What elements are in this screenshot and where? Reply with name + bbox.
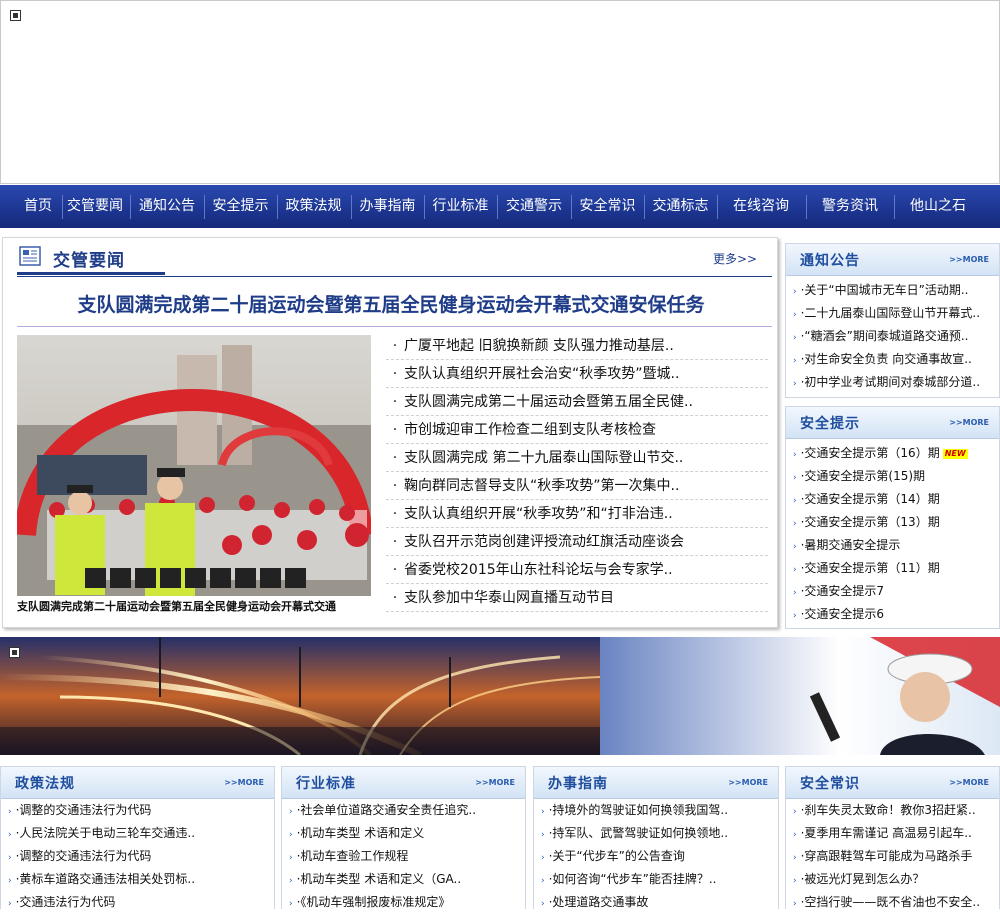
list-item[interactable]: › ·交通安全提示第（16）期 NEW <box>786 442 999 465</box>
photo-caption[interactable]: 支队圆满完成第二十届运动会暨第五届全民健身运动会开幕式交通 <box>17 598 377 614</box>
safety-knowledge-panel: 安全常识 >>MORE › ·刹车失灵太致命！教你3招赶紧.. › ·夏季用车需谨记 … <box>785 766 1000 909</box>
list-item[interactable]: · 支队圆满完成 第二十九届泰山国际登山节交.. <box>386 444 768 472</box>
news-more-link[interactable]: 更多>> <box>713 250 757 267</box>
nav-safety-knowledge[interactable]: 安全常识 <box>571 185 644 228</box>
notice-panel: 通知公告 >>MORE › ·关于“中国城市无车日”活动期.. › ·二十九届泰山国际… <box>785 243 1000 398</box>
safety-tips-title: 安全提示 <box>800 416 860 432</box>
list-item[interactable]: › ·二十九届泰山国际登山节开幕式.. <box>786 302 999 325</box>
guide-more-link[interactable]: >>MORE <box>728 778 768 787</box>
list-item[interactable]: · 支队召开示范岗创建评授流动红旗活动座谈会 <box>386 528 768 556</box>
standards-more-link[interactable]: >>MORE <box>475 778 515 787</box>
list-item[interactable]: › ·社会单位道路交通安全责任追究.. <box>282 799 525 822</box>
list-item[interactable]: › ·刹车失灵太致命！教你3招赶紧.. <box>786 799 999 822</box>
nav-notices[interactable]: 通知公告 <box>131 185 203 228</box>
notice-more-link[interactable]: >>MORE <box>949 255 989 264</box>
list-item[interactable]: › ·被远光灯晃到怎么办？ <box>786 868 999 891</box>
list-item[interactable]: · 市创城迎审工作检查二组到支队考核检查 <box>386 416 768 444</box>
list-item[interactable]: › ·交通安全提示6 <box>786 603 999 626</box>
policy-title: 政策法规 <box>15 776 75 792</box>
list-item[interactable]: › ·交通安全提示第(15)期 <box>786 465 999 488</box>
safety-tips-more-link[interactable]: >>MORE <box>949 418 989 427</box>
list-item[interactable]: · 广厦平地起 旧貌换新颜 支队强力推动基层.. <box>386 332 768 360</box>
list-item[interactable]: › ·机动车类型 术语和定义 <box>282 822 525 845</box>
flash-placeholder-icon <box>10 10 21 21</box>
notice-title: 通知公告 <box>800 253 860 269</box>
list-item[interactable]: › ·机动车类型 术语和定义（GA.. <box>282 868 525 891</box>
list-item[interactable]: › ·对生命安全负责 向交通事故宣.. <box>786 348 999 371</box>
nav-warnings[interactable]: 交通警示 <box>497 185 571 228</box>
safety-tips-panel: 安全提示 >>MORE › ·交通安全提示第（16）期 NEW › ·交通安全提示第(1… <box>785 406 1000 629</box>
list-item[interactable]: › ·“糖酒会”期间泰城道路交通预.. <box>786 325 999 348</box>
list-item[interactable]: › ·调整的交通违法行为代码 <box>1 845 274 868</box>
list-item[interactable]: › ·持军队、武警驾驶证如何换领地.. <box>534 822 778 845</box>
list-item[interactable]: › ·穿高跟鞋驾车可能成为马路杀手 <box>786 845 999 868</box>
list-item[interactable]: › ·持境外的驾驶证如何换领我国驾.. <box>534 799 778 822</box>
guide-title: 办事指南 <box>548 776 608 792</box>
list-item[interactable]: › ·交通安全提示第（11）期 <box>786 557 999 580</box>
news-headline[interactable]: 支队圆满完成第二十届运动会暨第五届全民健身运动会开幕式交通安保任务 <box>3 290 779 317</box>
list-item[interactable]: · 支队认真组织开展社会治安“秋季攻势”暨城.. <box>386 360 768 388</box>
nav-home[interactable]: 首页 <box>14 185 62 228</box>
main-nav: 首页 交管要闻 通知公告 安全提示 政策法规 办事指南 行业标准 交通警示 安全… <box>0 185 1000 228</box>
nav-guide[interactable]: 办事指南 <box>351 185 424 228</box>
flash-placeholder-icon <box>9 647 20 658</box>
list-item[interactable]: › ·调整的交通违法行为代码 <box>1 799 274 822</box>
news-section-title: 交管要闻 <box>53 251 125 271</box>
list-item[interactable]: › ·交通安全提示7 <box>786 580 999 603</box>
standards-title: 行业标准 <box>296 776 356 792</box>
guide-panel: 办事指南 >>MORE › ·持境外的驾驶证如何换领我国驾.. › ·持军队、武警驾驶… <box>533 766 779 909</box>
list-item[interactable]: › ·交通违法行为代码 <box>1 891 274 914</box>
list-item[interactable]: › ·人民法院关于电动三轮车交通违.. <box>1 822 274 845</box>
list-item[interactable]: › ·黄标车道路交通违法相关处罚标.. <box>1 868 274 891</box>
list-item[interactable]: › ·如何咨询“代步车”能否挂牌？.. <box>534 868 778 891</box>
list-item[interactable]: › ·关于“中国城市无车日”活动期.. <box>786 279 999 302</box>
nav-police-info[interactable]: 警务资讯 <box>806 185 894 228</box>
header-banner <box>0 0 1000 184</box>
list-item[interactable]: › ·暑期交通安全提示 <box>786 534 999 557</box>
list-item[interactable]: › ·空挡行驶——既不省油也不安全.. <box>786 891 999 914</box>
nav-standards[interactable]: 行业标准 <box>424 185 497 228</box>
list-item[interactable]: › ·交通安全提示第（13）期 <box>786 511 999 534</box>
list-item[interactable]: › ·关于“代步车”的公告查询 <box>534 845 778 868</box>
list-item[interactable]: · 省委党校2015年山东社科论坛与会专家学.. <box>386 556 768 584</box>
nav-consult[interactable]: 在线咨询 <box>717 185 805 228</box>
new-badge: NEW <box>942 449 968 459</box>
list-item[interactable]: › ·夏季用车需谨记 高温易引起车.. <box>786 822 999 845</box>
nav-policy[interactable]: 政策法规 <box>277 185 350 228</box>
list-item[interactable]: › ·《机动车强制报废标准规定》 <box>282 891 525 914</box>
list-item[interactable]: · 支队圆满完成第二十届运动会暨第五届全民健.. <box>386 388 768 416</box>
policy-more-link[interactable]: >>MORE <box>224 778 264 787</box>
list-item[interactable]: › ·机动车查验工作规程 <box>282 845 525 868</box>
policy-panel: 政策法规 >>MORE › ·调整的交通违法行为代码 › ·人民法院关于电动三轮车交通… <box>0 766 275 909</box>
standards-panel: 行业标准 >>MORE › ·社会单位道路交通安全责任追究.. › ·机动车类型 术语… <box>281 766 526 909</box>
safety-knowledge-title: 安全常识 <box>800 776 860 792</box>
news-panel: 交管要闻 更多>> 支队圆满完成第二十届运动会暨第五届全民健身运动会开幕式交通安… <box>2 237 778 628</box>
nav-traffic-news[interactable]: 交管要闻 <box>62 185 128 228</box>
list-item[interactable]: › ·处理道路交通事故 <box>534 891 778 914</box>
list-item[interactable]: · 支队认真组织开展“秋季攻势”和“打非治违.. <box>386 500 768 528</box>
list-item[interactable]: › ·交通安全提示第（14）期 <box>786 488 999 511</box>
nav-others[interactable]: 他山之石 <box>894 185 982 228</box>
newspaper-icon <box>19 246 41 266</box>
news-photo[interactable] <box>17 335 371 596</box>
nav-safety-tips[interactable]: 安全提示 <box>204 185 277 228</box>
promo-banner[interactable] <box>0 637 1000 755</box>
nav-traffic-signs[interactable]: 交通标志 <box>644 185 717 228</box>
list-item[interactable]: · 鞠向群同志督导支队“秋季攻势”第一次集中.. <box>386 472 768 500</box>
safety-knowledge-more-link[interactable]: >>MORE <box>949 778 989 787</box>
list-item[interactable]: › ·初中学业考试期间对泰城部分道.. <box>786 371 999 394</box>
list-item[interactable]: · 支队参加中华泰山网直播互动节目 <box>386 584 768 612</box>
